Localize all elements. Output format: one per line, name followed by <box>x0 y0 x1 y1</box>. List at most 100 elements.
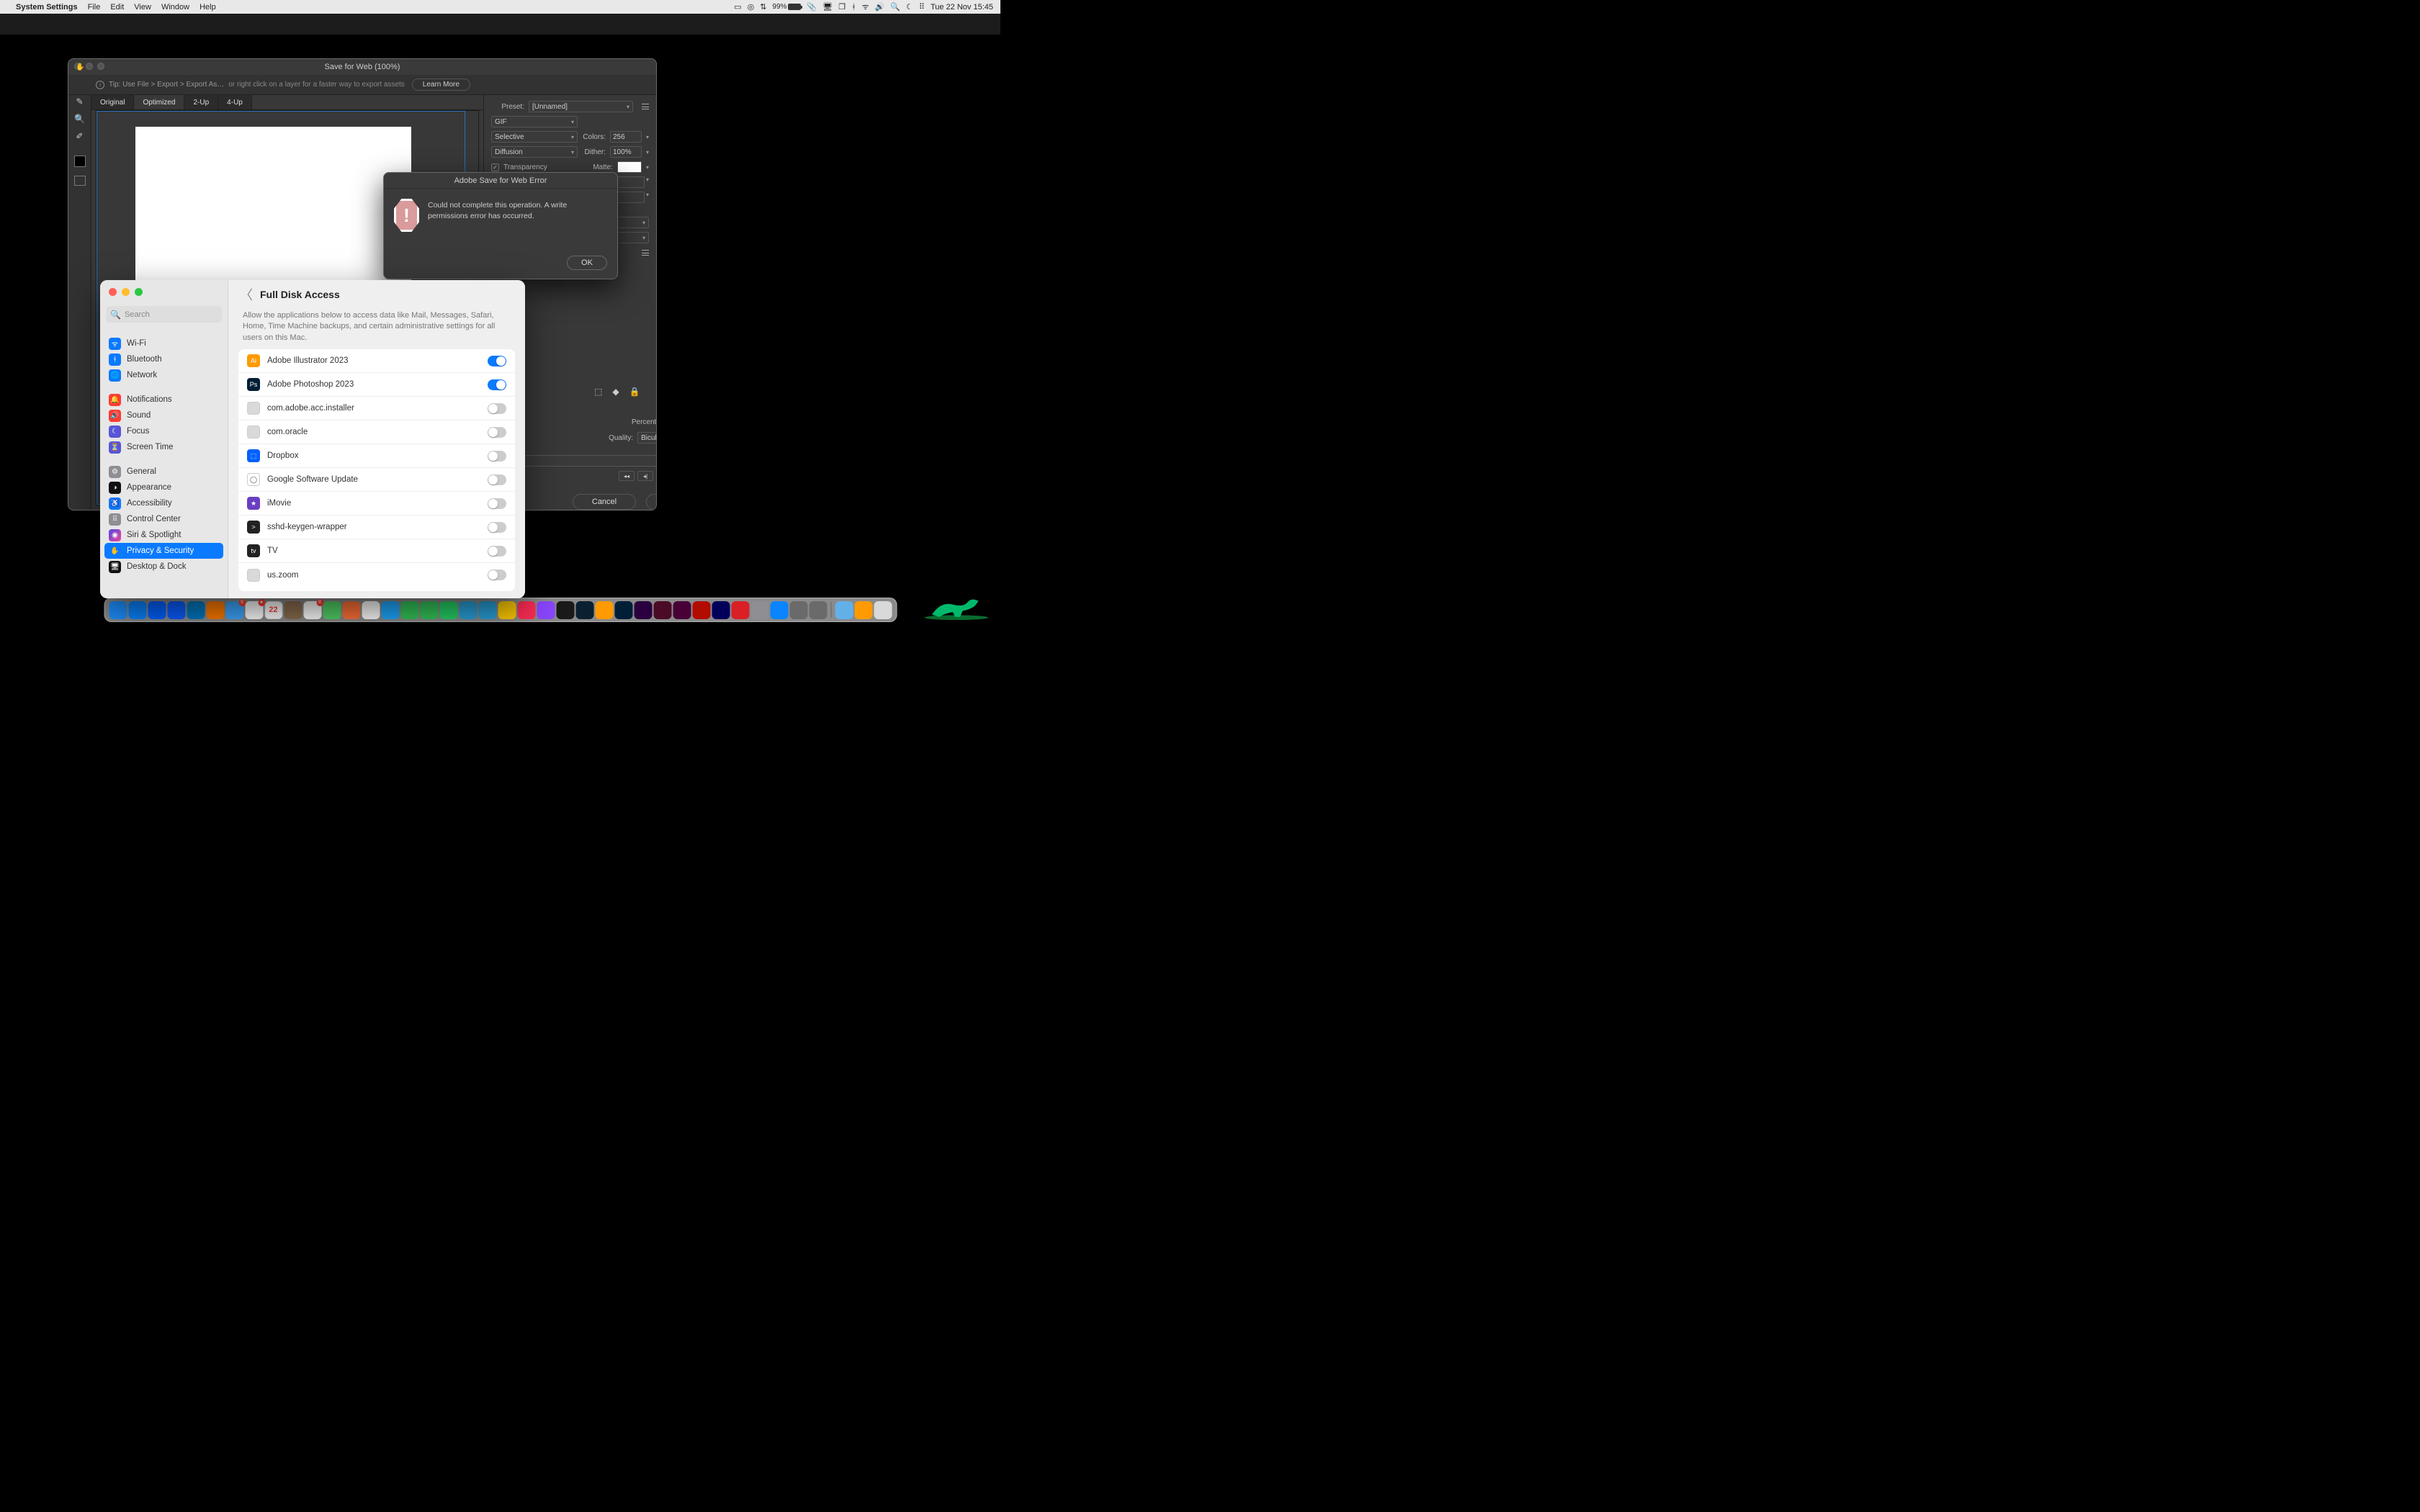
play-button[interactable]: ▸ <box>656 471 657 481</box>
dock-appstore-icon[interactable] <box>128 601 146 619</box>
toggle-slices-icon[interactable] <box>74 176 86 186</box>
dock-folder-icon[interactable] <box>835 601 853 619</box>
eyedropper-tool-icon[interactable]: ✐ <box>73 130 86 143</box>
dock-firefox-icon[interactable] <box>342 601 360 619</box>
ct-lock-icon[interactable]: 🔒 <box>629 387 640 397</box>
settings-search-input[interactable]: 🔍 Search <box>106 306 222 323</box>
menu-edit[interactable]: Edit <box>110 3 124 12</box>
dock-acrobat-icon[interactable] <box>692 601 710 619</box>
sidebar-item-general[interactable]: ⚙General <box>104 464 223 480</box>
dock-itau-icon[interactable] <box>206 601 224 619</box>
dock-ai-icon[interactable] <box>595 601 613 619</box>
dock-trash-icon[interactable] <box>874 601 892 619</box>
sfw-zoom-icon[interactable] <box>97 63 104 70</box>
cancel-button[interactable]: Cancel <box>573 494 636 510</box>
eyedropper-color-swatch[interactable] <box>74 156 86 167</box>
dock-airdrop-icon[interactable] <box>770 601 788 619</box>
zoom-button-icon[interactable] <box>135 288 143 296</box>
sidebar-item-screentime[interactable]: ⏳Screen Time <box>104 439 223 455</box>
tab-optimized[interactable]: Optimized <box>134 95 184 109</box>
sidebar-item-privacy[interactable]: ✋Privacy & Security <box>104 543 223 559</box>
app-toggle[interactable] <box>488 356 506 366</box>
sidebar-item-desktop[interactable]: 🖥Desktop & Dock <box>104 559 223 575</box>
spotlight-icon[interactable]: 🔍 <box>890 2 900 12</box>
colors-input[interactable]: 256 <box>610 131 642 143</box>
volume-icon[interactable]: 🔊 <box>875 2 885 12</box>
sidebar-item-accessibility[interactable]: ♿Accessibility <box>104 495 223 511</box>
menu-view[interactable]: View <box>134 3 151 12</box>
app-toggle[interactable] <box>488 427 506 438</box>
app-toggle[interactable] <box>488 379 506 390</box>
status-sync-icon[interactable]: ⇅ <box>760 2 766 12</box>
sidebar-item-focus[interactable]: ☾Focus <box>104 423 223 439</box>
dock-mail-icon[interactable]: 9 <box>225 601 243 619</box>
dock-finder-icon[interactable] <box>109 601 127 619</box>
dock-whatsapp-icon[interactable] <box>439 601 457 619</box>
dither-input[interactable]: 100% <box>610 146 642 158</box>
format-select[interactable]: GIF▾ <box>491 116 578 127</box>
app-toggle[interactable] <box>488 403 506 414</box>
dock-slack-icon[interactable]: ● <box>245 601 263 619</box>
dock-fontbook-icon[interactable] <box>809 601 827 619</box>
menu-file[interactable]: File <box>88 3 101 12</box>
sidebar-item-bluetooth[interactable]: ᚼBluetooth <box>104 351 223 367</box>
hand-tool-icon[interactable]: ✋ <box>76 63 84 71</box>
app-toggle[interactable] <box>488 522 506 533</box>
app-toggle[interactable] <box>488 474 506 485</box>
sidebar-item-sound[interactable]: 🔊Sound <box>104 408 223 423</box>
sidebar-item-siri[interactable]: ◉Siri & Spotlight <box>104 527 223 543</box>
dock-messages-icon[interactable] <box>400 601 418 619</box>
learn-more-button[interactable]: Learn More <box>412 78 470 91</box>
preset-menu-icon[interactable] <box>642 104 649 109</box>
app-toggle[interactable] <box>488 570 506 580</box>
full-disk-access-app-list[interactable]: AiAdobe Illustrator 2023PsAdobe Photosho… <box>238 349 515 591</box>
done-button[interactable]: Done <box>646 494 657 510</box>
dock-lrc-icon[interactable] <box>575 601 593 619</box>
status-cc-icon[interactable]: ◎ <box>748 2 755 12</box>
dock-calendar-icon[interactable]: 22 <box>264 601 282 619</box>
dock-bridge-icon[interactable] <box>556 601 574 619</box>
app-toggle[interactable] <box>488 546 506 557</box>
quality-select[interactable]: Bicubic▾ <box>637 432 657 444</box>
status-display-icon[interactable]: 🖥 <box>823 2 833 12</box>
battery-status[interactable]: 99% <box>772 3 801 11</box>
first-frame-button[interactable]: ◂◂ <box>619 471 635 481</box>
app-toggle[interactable] <box>488 451 506 462</box>
dock-safari-icon[interactable] <box>381 601 399 619</box>
dock-podcasts-icon[interactable] <box>537 601 555 619</box>
dock-chrome-icon[interactable] <box>362 601 380 619</box>
back-button-icon[interactable]: 〈 <box>240 285 253 304</box>
status-clip-icon[interactable]: 📎 <box>807 2 817 12</box>
matte-swatch[interactable] <box>617 161 642 173</box>
tab-4up[interactable]: 4-Up <box>218 95 252 109</box>
sidebar-item-controlcenter[interactable]: ⠿Control Center <box>104 511 223 527</box>
stage-manager-icon[interactable]: ❐ <box>838 2 846 12</box>
dock-music-icon[interactable] <box>517 601 535 619</box>
prev-frame-button[interactable]: ◂| <box>637 471 653 481</box>
dock-doc-ai-icon[interactable] <box>854 601 872 619</box>
dock-ps-icon[interactable] <box>614 601 632 619</box>
dock-app2-icon[interactable] <box>789 601 807 619</box>
dither-method-select[interactable]: Diffusion▾ <box>491 146 578 158</box>
sidebar-item-wifi[interactable]: ᯤWi-Fi <box>104 336 223 351</box>
dock-cc-icon[interactable] <box>731 601 749 619</box>
dock-maps-icon[interactable] <box>323 601 341 619</box>
minimize-button-icon[interactable] <box>122 288 130 296</box>
dock-reminders-icon[interactable]: 8 <box>303 601 321 619</box>
dock-notes-icon[interactable] <box>498 601 516 619</box>
status-icon[interactable]: ▭ <box>734 2 741 12</box>
error-ok-button[interactable]: OK <box>567 256 607 270</box>
preset-select[interactable]: [Unnamed]▾ <box>529 101 633 112</box>
dock-telegram-icon[interactable] <box>459 601 477 619</box>
bluetooth-icon[interactable]: ᚼ <box>851 3 856 12</box>
dock-spark-icon[interactable] <box>478 601 496 619</box>
close-button-icon[interactable] <box>109 288 117 296</box>
zoom-tool-icon[interactable]: 🔍 <box>73 112 86 125</box>
ct-icon[interactable]: ⬚ <box>594 387 602 397</box>
dock-facetime-icon[interactable] <box>420 601 438 619</box>
menubar-app-name[interactable]: System Settings <box>16 3 78 12</box>
dock-trello-icon[interactable] <box>187 601 205 619</box>
dock-zoom-icon[interactable] <box>167 601 185 619</box>
color-table-menu-icon[interactable] <box>642 250 649 256</box>
slice-tool-icon[interactable]: ✎ <box>73 95 86 108</box>
